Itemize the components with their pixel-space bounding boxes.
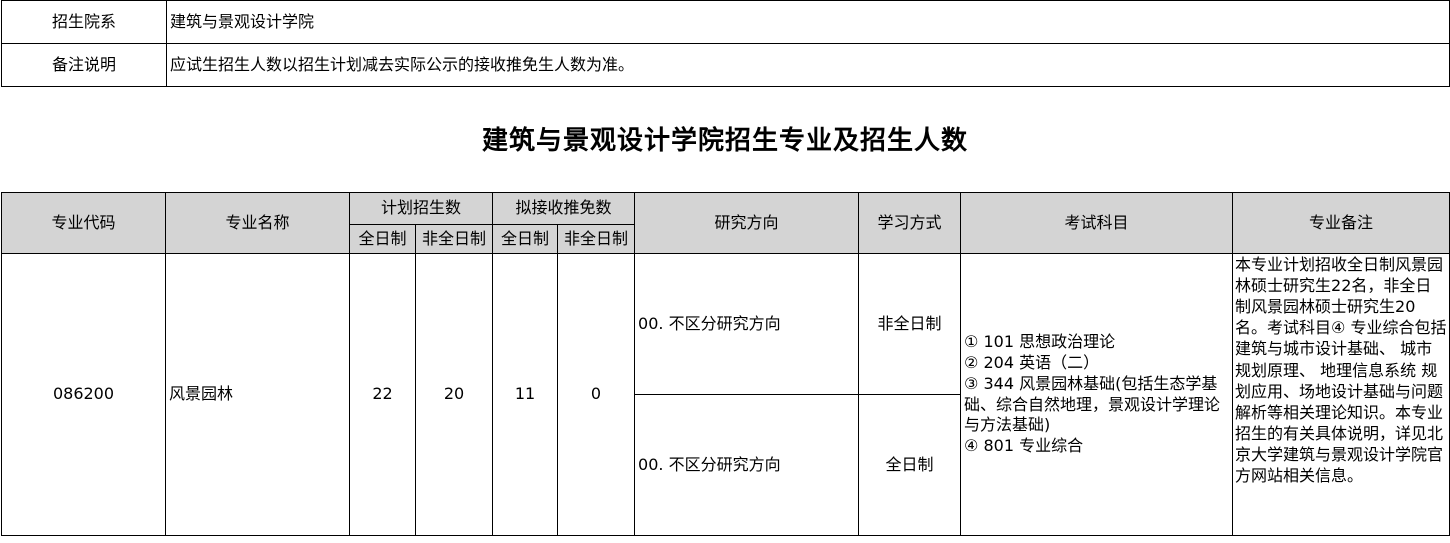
header-rec-part: 非全日制 bbox=[557, 224, 636, 254]
info-row-department: 招生院系 建筑与景观设计学院 bbox=[1, 0, 1450, 44]
subject-item: ② 204 英语（二） bbox=[964, 352, 1100, 372]
table-row: 086200 风景园林 22 20 11 0 00. 不区分研究方向 非全日制 … bbox=[1, 253, 1450, 536]
cell-subjects: ① 101 思想政治理论 ② 204 英语（二） ③ 344 风景园林基础(包括… bbox=[960, 253, 1234, 536]
subject-item: ③ 344 风景园林基础(包括生态学基础、综合自然地理，景观设计学理论与方法基础… bbox=[964, 373, 1221, 435]
cell-code: 086200 bbox=[1, 253, 166, 536]
table-header-row: 专业代码 专业名称 计划招生数 拟接收推免数 研究方向 学习方式 考试科目 专业… bbox=[1, 192, 1450, 254]
header-recommend: 拟接收推免数 bbox=[492, 192, 636, 225]
info-label-remark: 备注说明 bbox=[1, 43, 167, 87]
header-direction: 研究方向 bbox=[634, 192, 860, 254]
header-rec-full: 全日制 bbox=[492, 224, 559, 254]
info-label-department: 招生院系 bbox=[1, 0, 167, 44]
subject-item: ① 101 思想政治理论 bbox=[964, 332, 1116, 352]
header-note: 专业备注 bbox=[1232, 192, 1450, 254]
header-plan: 计划招生数 bbox=[348, 192, 494, 225]
cell-direction-2: 00. 不区分研究方向 bbox=[634, 394, 860, 536]
header-mode: 学习方式 bbox=[858, 192, 962, 254]
info-row-remark: 备注说明 应试生招生人数以招生计划减去实际公示的接收推免生人数为准。 bbox=[1, 43, 1450, 87]
cell-plan-full: 22 bbox=[349, 253, 416, 536]
info-value-remark: 应试生招生人数以招生计划减去实际公示的接收推免生人数为准。 bbox=[166, 43, 1450, 87]
header-name: 专业名称 bbox=[165, 192, 350, 254]
cell-mode-2: 全日制 bbox=[858, 394, 962, 536]
header-plan-part: 非全日制 bbox=[414, 224, 494, 254]
header-code: 专业代码 bbox=[1, 192, 166, 254]
info-table: 招生院系 建筑与景观设计学院 备注说明 应试生招生人数以招生计划减去实际公示的接… bbox=[1, 0, 1450, 87]
info-value-department: 建筑与景观设计学院 bbox=[166, 0, 1450, 44]
cell-direction-1: 00. 不区分研究方向 bbox=[634, 253, 860, 395]
cell-note: 本专业计划招收全日制风景园林硕士研究生22名，非全日制风景园林硕士研究生20名。… bbox=[1232, 253, 1450, 536]
header-subjects: 考试科目 bbox=[960, 192, 1234, 254]
page: 招生院系 建筑与景观设计学院 备注说明 应试生招生人数以招生计划减去实际公示的接… bbox=[0, 0, 1450, 543]
header-plan-full: 全日制 bbox=[349, 224, 416, 254]
enrollment-table: 专业代码 专业名称 计划招生数 拟接收推免数 研究方向 学习方式 考试科目 专业… bbox=[1, 192, 1450, 536]
cell-rec-part: 0 bbox=[557, 253, 636, 536]
cell-plan-part: 20 bbox=[414, 253, 494, 536]
cell-mode-1: 非全日制 bbox=[858, 253, 962, 395]
page-title: 建筑与景观设计学院招生专业及招生人数 bbox=[481, 126, 968, 156]
cell-name: 风景园林 bbox=[165, 253, 350, 536]
subject-item: ④ 801 专业综合 bbox=[964, 436, 1084, 456]
cell-rec-full: 11 bbox=[492, 253, 559, 536]
